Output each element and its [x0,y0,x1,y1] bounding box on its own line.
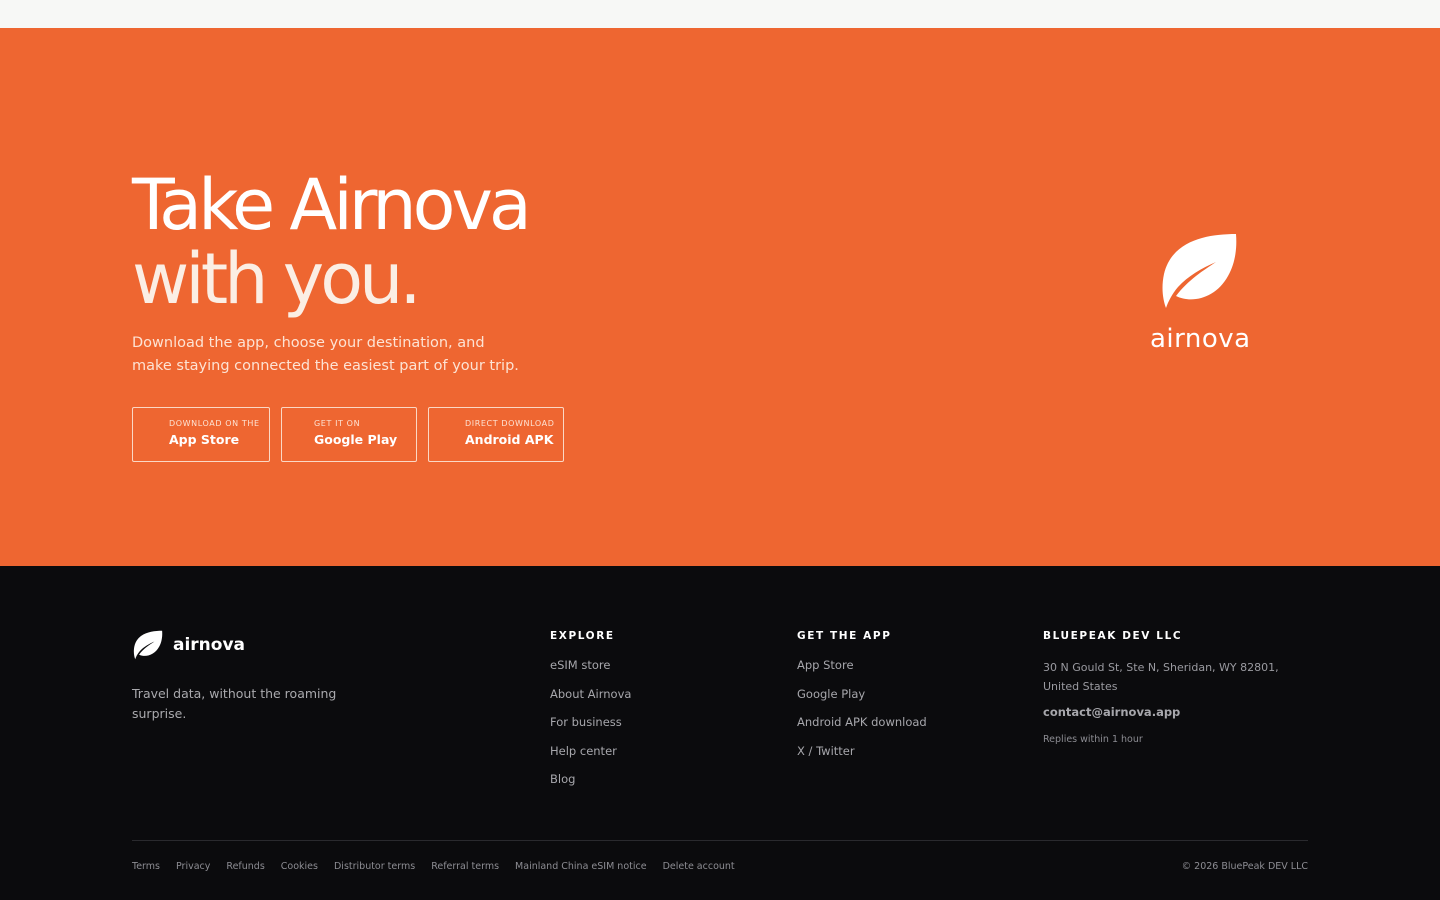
top-bar [0,0,1440,28]
reply-time-note: Replies within 1 hour [1043,733,1143,745]
download-hero: Take Airnova with you. Download the app,… [0,28,1440,566]
legal-link-refunds[interactable]: Refunds [226,861,264,872]
footer-company-column: BLUEPEAK DEV LLC 30 N Gould St, Ste N, S… [1043,630,1313,745]
legal-link-cookies[interactable]: Cookies [281,861,318,872]
company-address: 30 N Gould St, Ste N, Sheridan, WY 82801… [1043,661,1279,693]
explore-link-help[interactable]: Help center [550,744,631,758]
hero-title-line1: Take Airnova [132,164,532,246]
android-apk-small-label: Direct download [465,419,555,428]
explore-link-blog[interactable]: Blog [550,772,631,786]
leaf-icon [1162,234,1237,308]
legal-link-referral-terms[interactable]: Referral terms [431,861,499,872]
contact-email-link[interactable]: contact@airnova.app [1043,705,1313,719]
leaf-icon [133,630,163,660]
app-link-apk[interactable]: Android APK download [797,715,927,729]
legal-link-privacy[interactable]: Privacy [176,861,210,872]
app-store-small-label: Download on the [169,419,260,428]
footer-get-app-column: GET THE APP App Store Google Play Androi… [797,630,927,772]
android-apk-button[interactable]: Direct download Android APK [428,407,564,462]
hero-subtitle: Download the app, choose your destinatio… [132,335,519,374]
app-store-label: App Store [169,432,240,447]
app-link-google-play[interactable]: Google Play [797,687,927,701]
explore-link-esim-store[interactable]: eSIM store [550,658,631,672]
google-play-small-label: Get it on [314,419,361,428]
hero-brand-logo: airnova [1150,232,1251,354]
legal-link-distributor-terms[interactable]: Distributor terms [334,861,415,872]
legal-link-terms[interactable]: Terms [132,861,160,872]
footer-brand-word: airnova [173,635,246,655]
legal-link-china-notice[interactable]: Mainland China eSIM notice [515,861,647,872]
get-app-heading: GET THE APP [797,630,892,642]
hero-title: Take Airnova with you. [132,168,532,320]
hero-brand-word: airnova [1150,324,1251,354]
copyright: © 2026 BluePeak DEV LLC [1181,861,1308,872]
app-link-app-store[interactable]: App Store [797,658,927,672]
explore-link-about[interactable]: About Airnova [550,687,631,701]
android-apk-label: Android APK [465,432,554,447]
footer-tagline: Travel data, without the roaming surpris… [132,686,337,721]
site-footer: airnova Travel data, without the roaming… [0,566,1440,900]
company-heading: BLUEPEAK DEV LLC [1043,630,1183,642]
footer-explore-column: EXPLORE eSIM store About Airnova For bus… [550,630,631,801]
explore-link-business[interactable]: For business [550,715,631,729]
explore-heading: EXPLORE [550,630,615,642]
app-link-twitter[interactable]: X / Twitter [797,744,927,758]
footer-divider [132,840,1308,841]
hero-title-line2: with you. [132,238,422,320]
google-play-button[interactable]: Get it on Google Play [281,407,417,462]
app-store-button[interactable]: Download on the App Store [132,407,270,462]
legal-links: Terms Privacy Refunds Cookies Distributo… [132,861,751,872]
footer-logo[interactable]: airnova [132,630,245,660]
legal-link-delete-account[interactable]: Delete account [663,861,735,872]
google-play-label: Google Play [314,432,398,447]
